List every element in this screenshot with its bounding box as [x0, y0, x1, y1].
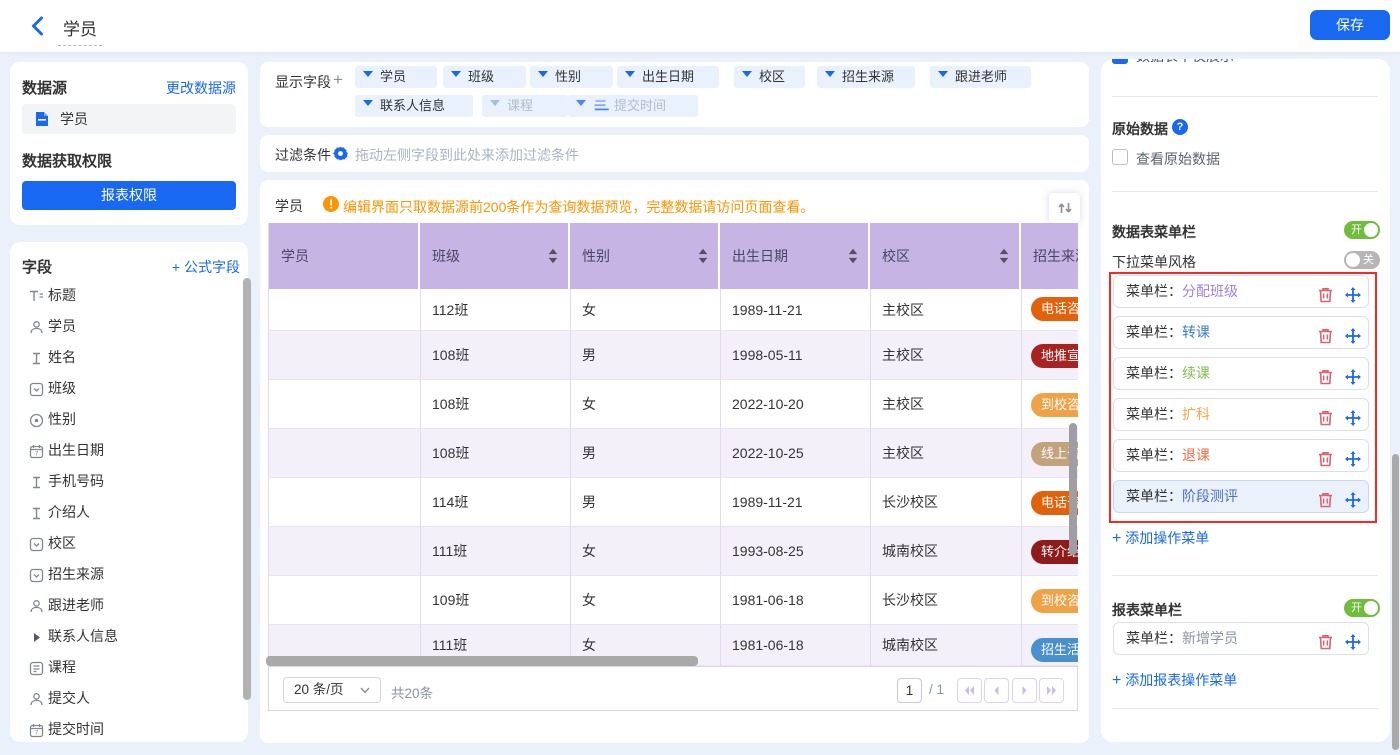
- svg-text:7: 7: [35, 451, 39, 458]
- svg-text:7: 7: [35, 730, 39, 737]
